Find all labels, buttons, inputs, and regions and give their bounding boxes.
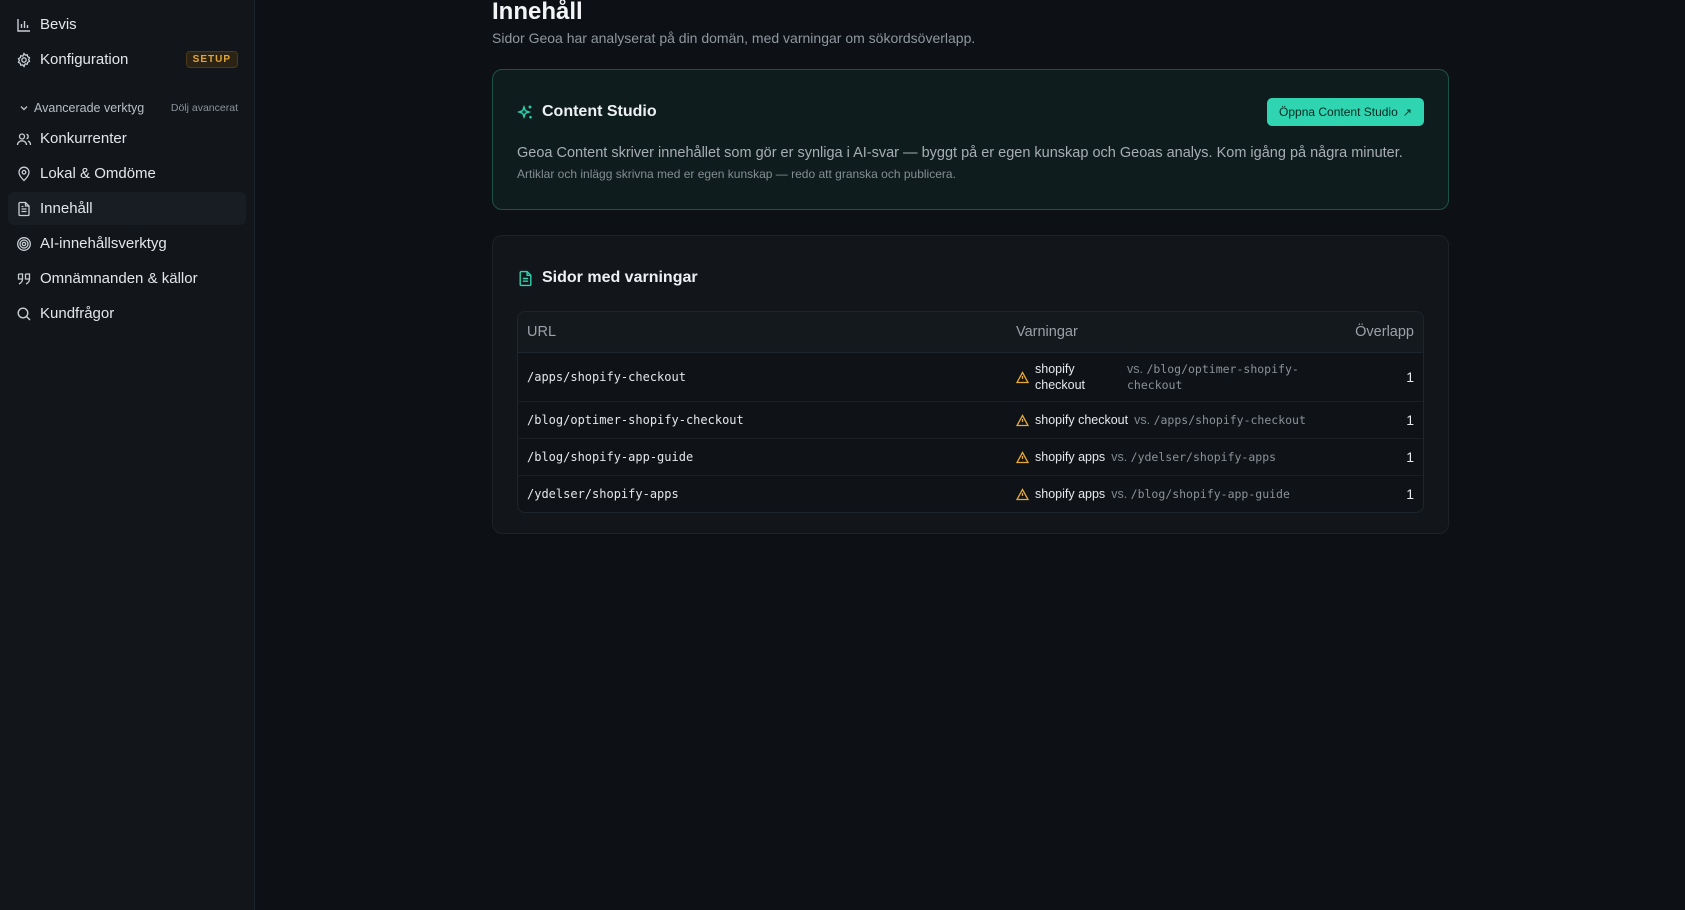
warning-triangle-icon (1016, 370, 1029, 384)
warning-conflict: vs. /blog/optimer-shopify-checkout (1127, 361, 1312, 393)
table-row[interactable]: /blog/optimer-shopify-checkout shopify c… (518, 402, 1423, 439)
row-url[interactable]: /ydelser/shopify-apps (518, 487, 1016, 501)
row-url[interactable]: /apps/shopify-checkout (518, 370, 1016, 384)
warning-conflict: vs. /apps/shopify-checkout (1134, 413, 1306, 427)
sidebar-item-label: Lokal & Omdöme (40, 165, 156, 182)
studio-note: Artiklar och inlägg skrivna med er egen … (517, 167, 956, 181)
setup-badge: SETUP (185, 51, 238, 68)
sidebar: Bevis Konfiguration SETUP Avancerade ver… (0, 0, 255, 910)
card-header: Content Studio Öppna Content Studio ↗ (517, 93, 1424, 131)
sidebar-item-label: Konkurrenter (40, 130, 127, 147)
chevron-down-icon (18, 102, 30, 114)
content-studio-card: Content Studio Öppna Content Studio ↗ Ge… (492, 69, 1449, 210)
vs-label: vs. (1111, 450, 1128, 464)
sidebar-item-konkurrenter[interactable]: Konkurrenter (8, 122, 246, 155)
sidebar-item-konfiguration[interactable]: Konfiguration SETUP (8, 43, 246, 76)
column-header-url[interactable]: URL (518, 324, 1016, 340)
sidebar-item-omnamnanden[interactable]: Omnämnanden & källor (8, 262, 246, 295)
hide-advanced-link[interactable]: Dölj avancerat (171, 102, 238, 114)
gear-icon (16, 51, 32, 68)
sidebar-item-ai-innehallsverktyg[interactable]: AI-innehållsverktyg (8, 227, 246, 260)
row-warnings: shopify apps vs. /ydelser/shopify-apps (1016, 450, 1343, 464)
page-title: Innehåll (492, 0, 583, 25)
target-icon (16, 236, 32, 252)
warning-keyword: shopify apps (1035, 450, 1106, 464)
row-warnings: shopify apps vs. /blog/shopify-app-guide (1016, 487, 1343, 501)
table-header: URL Varningar Överlapp (518, 312, 1423, 353)
warning-triangle-icon (1016, 413, 1029, 427)
warning-triangle-icon (1016, 450, 1029, 464)
column-header-warnings[interactable]: Varningar (1016, 324, 1343, 340)
advanced-tools-section[interactable]: Avancerade verktyg Dölj avancerat (18, 98, 238, 118)
content-column: Innehåll Sidor Geoa har analyserat på di… (492, 0, 1449, 534)
sparkles-icon (517, 104, 534, 121)
sidebar-item-innehall[interactable]: Innehåll (8, 192, 246, 225)
card-header: Sidor med varningar (517, 259, 1424, 297)
sidebar-item-label: Omnämnanden & källor (40, 270, 198, 287)
pages-with-warnings-card: Sidor med varningar URL Varningar Överla… (492, 235, 1449, 534)
warnings-table: URL Varningar Överlapp /apps/shopify-che… (517, 311, 1424, 513)
column-header-overlap[interactable]: Överlapp (1343, 324, 1423, 340)
vs-label: vs. (1134, 413, 1151, 427)
row-overlap: 1 (1406, 369, 1414, 385)
warning-keyword: shopify apps (1035, 487, 1106, 501)
row-url[interactable]: /blog/optimer-shopify-checkout (518, 413, 1016, 427)
sidebar-item-label: Innehåll (40, 200, 93, 217)
document-icon (517, 270, 534, 287)
page-subtitle: Sidor Geoa har analyserat på din domän, … (492, 30, 976, 46)
vs-label: vs. (1127, 362, 1143, 376)
warning-triangle-icon (1016, 487, 1029, 501)
warning-keyword: shopify checkout (1035, 413, 1129, 427)
table-row[interactable]: /blog/shopify-app-guide shopify apps vs.… (518, 439, 1423, 476)
conflict-url[interactable]: /blog/optimer-shopify-checkout (1127, 362, 1299, 392)
row-overlap: 1 (1406, 449, 1414, 465)
button-label: Öppna Content Studio (1279, 105, 1398, 119)
main-content: Innehåll Sidor Geoa har analyserat på di… (255, 0, 1685, 910)
conflict-url[interactable]: /apps/shopify-checkout (1154, 413, 1306, 427)
sidebar-item-label: Kundfrågor (40, 305, 115, 322)
sidebar-item-label: Bevis (40, 16, 77, 33)
table-row[interactable]: /apps/shopify-checkout shopify checkout … (518, 353, 1423, 402)
card-title: Content Studio (542, 103, 657, 120)
warning-conflict: vs. /ydelser/shopify-apps (1111, 450, 1276, 464)
row-warnings: shopify checkout vs. /apps/shopify-check… (1016, 413, 1343, 427)
sidebar-item-lokal-omdome[interactable]: Lokal & Omdöme (8, 157, 246, 190)
table-row[interactable]: /ydelser/shopify-apps shopify apps vs. /… (518, 476, 1423, 512)
vs-label: vs. (1111, 487, 1128, 501)
app-root: Bevis Konfiguration SETUP Avancerade ver… (0, 0, 1685, 910)
sidebar-item-label: AI-innehållsverktyg (40, 235, 167, 252)
warning-conflict: vs. /blog/shopify-app-guide (1111, 487, 1290, 501)
conflict-url[interactable]: /blog/shopify-app-guide (1131, 487, 1290, 501)
card-title: Sidor med varningar (542, 269, 698, 286)
section-label: Avancerade verktyg (34, 101, 145, 115)
bar-chart-icon (16, 17, 32, 33)
row-warnings: shopify checkout vs. /blog/optimer-shopi… (1016, 361, 1343, 393)
sidebar-item-bevis[interactable]: Bevis (8, 8, 246, 41)
external-arrow-icon: ↗ (1402, 106, 1412, 119)
row-url[interactable]: /blog/shopify-app-guide (518, 450, 1016, 464)
conflict-url[interactable]: /ydelser/shopify-apps (1131, 450, 1276, 464)
sidebar-item-label: Konfiguration (40, 51, 129, 68)
warning-keyword: shopify checkout (1035, 362, 1086, 392)
row-overlap: 1 (1406, 486, 1414, 502)
users-icon (16, 131, 32, 147)
document-icon (16, 201, 32, 217)
search-icon (16, 306, 32, 322)
map-pin-icon (16, 166, 32, 182)
open-content-studio-button[interactable]: Öppna Content Studio ↗ (1267, 98, 1424, 126)
row-overlap: 1 (1406, 412, 1414, 428)
quote-icon (16, 271, 32, 287)
studio-description: Geoa Content skriver innehållet som gör … (517, 145, 1403, 161)
sidebar-item-kundfragor[interactable]: Kundfrågor (8, 297, 246, 330)
